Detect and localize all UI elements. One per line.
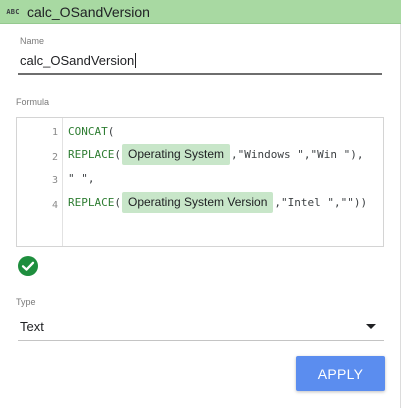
- text-type-icon: ABC: [6, 7, 20, 16]
- dropdown-arrow-icon: [366, 324, 376, 329]
- line-number: 1: [51, 127, 58, 138]
- code-line: REPLACE(Operating System Version ,"Intel …: [68, 191, 367, 213]
- code-line: REPLACE(Operating System ,"Windows ","Win…: [68, 143, 363, 165]
- line-number-gutter: 1 2 3 4: [17, 118, 63, 246]
- string-literal: " ",: [68, 171, 95, 185]
- type-select[interactable]: Text: [18, 313, 384, 341]
- calculated-field-editor: ABC calc_OSandVersion Name calc_OSandVer…: [0, 0, 401, 408]
- function-name: REPLACE: [68, 147, 115, 161]
- paren: (: [114, 195, 121, 209]
- paren: (: [107, 124, 115, 138]
- code-line: CONCAT(: [68, 120, 114, 142]
- name-label: Name: [20, 36, 45, 46]
- formula-label: Formula: [16, 97, 50, 107]
- field-chip-operating-system-version[interactable]: Operating System Version: [121, 191, 274, 213]
- text-caret: [135, 53, 137, 68]
- field-header: ABC calc_OSandVersion: [0, 0, 401, 24]
- name-input-value: calc_OSandVersion: [20, 53, 135, 68]
- paren: (: [114, 147, 121, 161]
- line-number: 4: [51, 200, 58, 211]
- line-number: 3: [51, 175, 58, 186]
- type-selected-value: Text: [20, 319, 44, 334]
- function-name: REPLACE: [68, 195, 115, 209]
- field-chip-operating-system[interactable]: Operating System: [121, 143, 231, 165]
- name-input[interactable]: calc_OSandVersion: [18, 48, 382, 75]
- function-arguments: ,"Windows ","Win "),: [231, 147, 364, 161]
- line-number: 2: [51, 152, 58, 163]
- function-arguments: ,"Intel ","")): [274, 195, 368, 209]
- function-name: CONCAT: [68, 124, 108, 138]
- check-circle-icon: [17, 255, 39, 277]
- type-label: Type: [16, 297, 36, 307]
- code-line: " ",: [68, 167, 95, 189]
- field-title: calc_OSandVersion: [27, 3, 150, 20]
- apply-button[interactable]: APPLY: [296, 356, 385, 391]
- formula-editor[interactable]: 1 2 3 4 CONCAT( REPLACE(Operating System…: [16, 117, 384, 247]
